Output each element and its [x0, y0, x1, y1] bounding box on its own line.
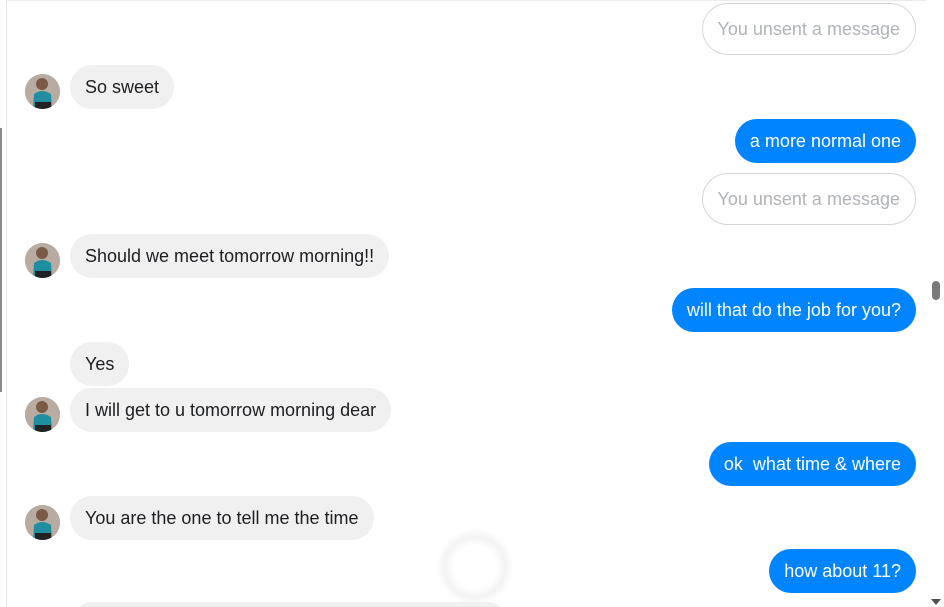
incoming-message: Yes — [70, 342, 130, 386]
contact-avatar[interactable] — [25, 74, 60, 109]
contact-avatar[interactable] — [25, 505, 60, 540]
incoming-message: I will get to u tomorrow morning dear — [70, 388, 392, 432]
avatar-image — [25, 74, 60, 109]
incoming-message: Should we meet tomorrow morning!! — [70, 234, 390, 278]
incoming-message: So sweet — [70, 65, 175, 109]
incoming-message: You are the one to tell me the time — [70, 496, 374, 540]
top-divider — [6, 0, 926, 1]
outgoing-message: a more normal one — [734, 119, 916, 163]
outgoing-message: will that do the job for you? — [671, 288, 916, 332]
chat-message-pane[interactable]: You unsent a message So sweet a more nor… — [0, 0, 944, 607]
unsent-message: You unsent a message — [701, 173, 916, 225]
left-pane-edge — [0, 0, 7, 607]
avatar-image — [25, 397, 60, 432]
contact-avatar[interactable] — [25, 243, 60, 278]
scrollbar-thumb[interactable] — [932, 281, 940, 300]
avatar-image — [25, 505, 60, 540]
outgoing-message: how about 11? — [769, 549, 916, 593]
contact-avatar[interactable] — [25, 397, 60, 432]
vertical-scrollbar[interactable] — [927, 0, 944, 607]
loading-indicator — [436, 528, 514, 606]
chevron-down-icon[interactable] — [931, 599, 941, 605]
avatar-image — [25, 243, 60, 278]
unsent-message: You unsent a message — [701, 3, 916, 55]
left-pane-marker — [0, 128, 2, 392]
partial-message — [76, 602, 504, 607]
outgoing-message: ok what time & where — [708, 442, 916, 486]
